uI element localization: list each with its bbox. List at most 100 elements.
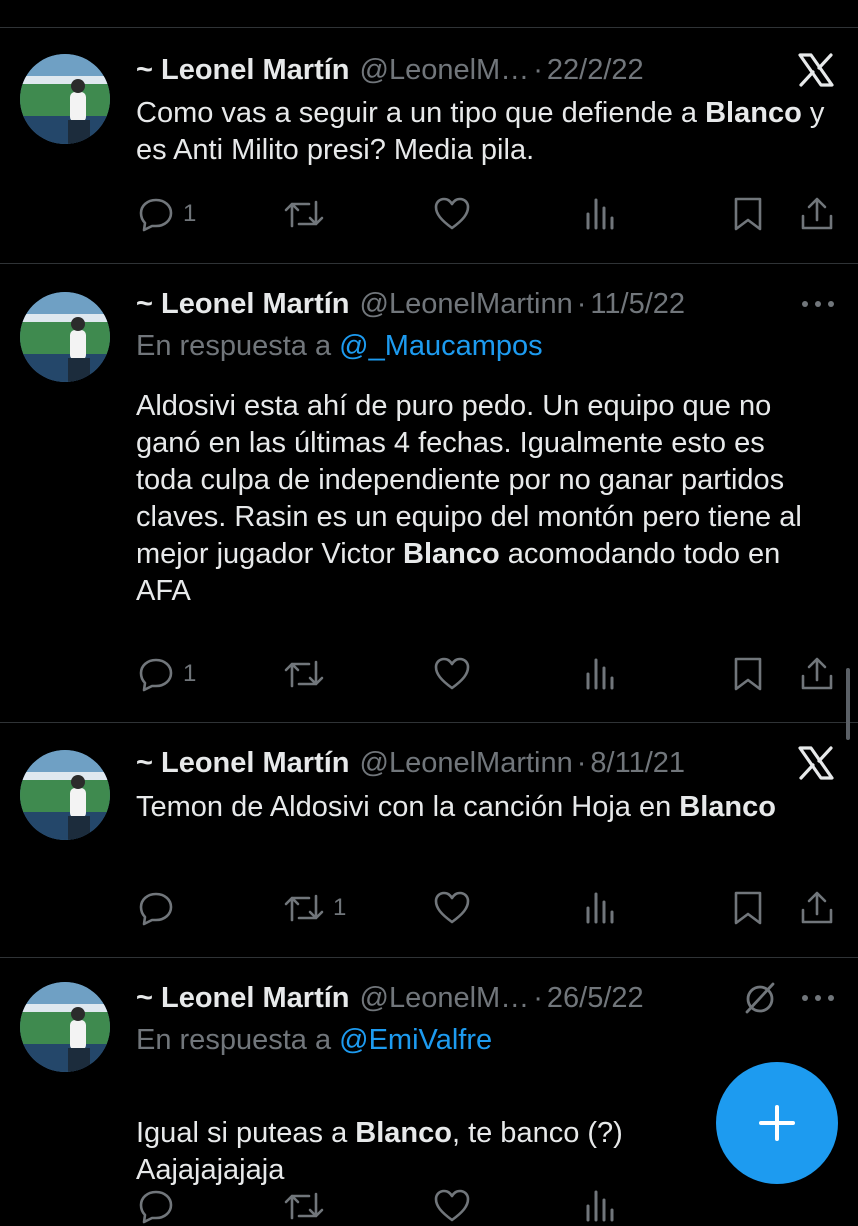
retweet-icon	[284, 660, 324, 688]
tweet-header: ~ Leonel Martín @LeonelM… · 26/5/22	[136, 978, 838, 1018]
display-name[interactable]: ~ Leonel Martín	[136, 747, 350, 780]
views-icon	[586, 892, 614, 924]
separator-dot: ·	[533, 981, 543, 1014]
text-segment: Temon de Aldosivi con la canción Hoja en	[136, 791, 680, 823]
views-icon	[586, 658, 614, 690]
tweet[interactable]: ~ Leonel Martín @LeonelM… · 26/5/22 En r…	[0, 958, 858, 1224]
share-icon	[801, 197, 833, 230]
username[interactable]: @LeonelMartinn	[360, 288, 573, 321]
retweet-count: 1	[333, 894, 347, 921]
text-segment: Blanco	[679, 791, 776, 823]
text-segment: Igual si puteas a	[136, 1117, 356, 1149]
bookmark-button[interactable]	[731, 194, 765, 234]
action-bar: 1	[0, 194, 858, 234]
views-button[interactable]	[583, 888, 617, 928]
separator-dot: ·	[533, 53, 543, 86]
reply-context: En respuesta a @EmiValfre	[136, 1024, 492, 1057]
more-icon[interactable]	[798, 284, 838, 324]
retweet-button[interactable]	[283, 1186, 325, 1226]
bookmark-button[interactable]	[731, 654, 765, 694]
retweet-icon	[284, 1192, 324, 1220]
text-segment: Como vas a seguir a un tipo que defiende…	[136, 97, 706, 129]
reply-button[interactable]: 1	[137, 194, 196, 234]
heart-icon	[434, 1189, 470, 1222]
username[interactable]: @LeonelM…	[360, 982, 530, 1015]
share-button[interactable]	[800, 194, 834, 234]
timestamp[interactable]: 26/5/22	[547, 982, 644, 1015]
bookmark-icon	[734, 197, 762, 231]
share-icon	[801, 891, 833, 924]
reply-button[interactable]	[137, 888, 183, 928]
tweet[interactable]: ~ Leonel Martín @LeonelM… · 22/2/22 Como…	[0, 0, 858, 263]
tweet-header: ~ Leonel Martín @LeonelMartinn · 8/11/21	[136, 743, 838, 783]
display-name[interactable]: ~ Leonel Martín	[136, 54, 350, 87]
heart-icon	[434, 657, 470, 690]
tweet-text: Igual si puteas a Blanco, te banco (?) A…	[136, 1078, 696, 1189]
views-button[interactable]	[583, 194, 617, 234]
grok-icon[interactable]	[742, 978, 778, 1018]
retweet-button[interactable]: 1	[283, 888, 346, 928]
text-segment: Blanco	[403, 538, 500, 570]
reply-mention-link[interactable]: @_Maucampos	[339, 330, 543, 362]
tweet[interactable]: ~ Leonel Martín @LeonelMartinn · 11/5/22…	[0, 264, 858, 722]
display-name[interactable]: ~ Leonel Martín	[136, 982, 350, 1015]
more-icon[interactable]	[798, 978, 838, 1018]
separator-dot: ·	[576, 287, 587, 320]
like-button[interactable]	[433, 888, 479, 928]
reply-button[interactable]: 1	[137, 654, 196, 694]
reply-icon	[139, 198, 173, 232]
reply-context: En respuesta a @_Maucampos	[136, 330, 543, 363]
text-segment: Blanco	[705, 97, 802, 129]
avatar[interactable]	[20, 292, 110, 382]
avatar[interactable]	[20, 750, 110, 840]
text-segment: Blanco	[355, 1117, 452, 1149]
x-logo-icon	[798, 743, 834, 783]
plus-icon	[759, 1105, 795, 1141]
reply-prefix: En respuesta a	[136, 330, 340, 362]
compose-button[interactable]	[716, 1062, 838, 1184]
scrollbar-thumb[interactable]	[846, 668, 850, 740]
reply-count: 1	[183, 660, 197, 687]
retweet-icon	[284, 200, 324, 228]
views-button[interactable]	[583, 654, 617, 694]
tweet-text: Como vas a seguir a un tipo que defiende…	[136, 95, 826, 169]
tweet[interactable]: ~ Leonel Martín @LeonelMartinn · 8/11/21…	[0, 723, 858, 957]
reply-icon	[139, 658, 173, 692]
heart-icon	[434, 197, 470, 230]
views-icon	[586, 198, 614, 230]
share-button[interactable]	[800, 654, 834, 694]
action-bar: 1	[0, 888, 858, 928]
views-button[interactable]	[583, 1186, 617, 1226]
timestamp[interactable]: 8/11/21	[590, 747, 685, 780]
views-icon	[586, 1190, 614, 1222]
reply-icon	[139, 892, 173, 926]
share-icon	[801, 657, 833, 690]
bookmark-button[interactable]	[731, 888, 765, 928]
timestamp[interactable]: 11/5/22	[590, 288, 685, 321]
avatar[interactable]	[20, 982, 110, 1072]
bookmark-icon	[734, 657, 762, 691]
username[interactable]: @LeonelM…	[360, 54, 530, 87]
tweet-header: ~ Leonel Martín @LeonelM… · 22/2/22	[136, 50, 838, 90]
reply-mention-link[interactable]: @EmiValfre	[339, 1024, 492, 1056]
share-button[interactable]	[800, 888, 834, 928]
like-button[interactable]	[433, 654, 479, 694]
action-bar: 1	[0, 654, 858, 694]
display-name[interactable]: ~ Leonel Martín	[136, 288, 350, 321]
action-bar	[0, 1186, 858, 1226]
separator-dot: ·	[576, 746, 587, 779]
like-button[interactable]	[433, 1186, 471, 1226]
like-button[interactable]	[433, 194, 479, 234]
username[interactable]: @LeonelMartinn	[360, 747, 573, 780]
reply-icon	[139, 1190, 173, 1224]
x-logo-icon	[798, 50, 834, 90]
retweet-button[interactable]	[283, 194, 333, 234]
avatar[interactable]	[20, 54, 110, 144]
tweet-header: ~ Leonel Martín @LeonelMartinn · 11/5/22	[136, 284, 838, 324]
reply-button[interactable]	[137, 1186, 175, 1226]
retweet-button[interactable]	[283, 654, 333, 694]
heart-icon	[434, 891, 470, 924]
reply-prefix: En respuesta a	[136, 1024, 340, 1056]
timestamp[interactable]: 22/2/22	[547, 54, 644, 87]
tweet-text: Temon de Aldosivi con la canción Hoja en…	[136, 789, 776, 826]
